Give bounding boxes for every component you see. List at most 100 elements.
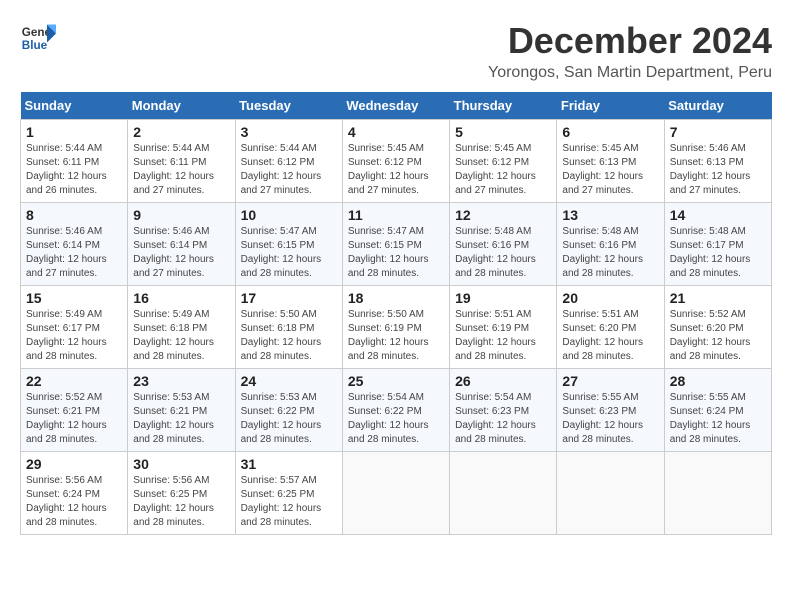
day-info: Sunrise: 5:50 AM Sunset: 6:19 PM Dayligh…	[348, 308, 444, 364]
calendar-cell: 12 Sunrise: 5:48 AM Sunset: 6:16 PM Dayli…	[450, 203, 557, 286]
calendar-cell: 15Sunrise: 5:49 AM Sunset: 6:17 PM Dayli…	[21, 286, 128, 369]
day-of-week-header: Thursday	[450, 92, 557, 120]
calendar-cell: 17 Sunrise: 5:50 AM Sunset: 6:18 PM Dayli…	[235, 286, 342, 369]
day-number: 10	[241, 207, 337, 223]
day-number: 22	[26, 373, 122, 389]
day-info: Sunrise: 5:51 AM Sunset: 6:20 PM Dayligh…	[562, 308, 658, 364]
calendar-cell	[664, 452, 771, 535]
calendar-cell: 25 Sunrise: 5:54 AM Sunset: 6:22 PM Dayli…	[342, 369, 449, 452]
calendar-week-row: 8 Sunrise: 5:46 AM Sunset: 6:14 PM Daylig…	[21, 203, 772, 286]
calendar-cell: 16 Sunrise: 5:49 AM Sunset: 6:18 PM Dayli…	[128, 286, 235, 369]
day-info: Sunrise: 5:56 AM Sunset: 6:25 PM Dayligh…	[133, 474, 229, 530]
calendar-cell: 2 Sunrise: 5:44 AM Sunset: 6:11 PM Daylig…	[128, 120, 235, 203]
day-number: 13	[562, 207, 658, 223]
calendar-header-row: SundayMondayTuesdayWednesdayThursdayFrid…	[21, 92, 772, 120]
svg-text:Blue: Blue	[22, 39, 48, 52]
calendar-cell: 22 Sunrise: 5:52 AM Sunset: 6:21 PM Dayli…	[21, 369, 128, 452]
calendar-cell: 1 Sunrise: 5:44 AM Sunset: 6:11 PM Daylig…	[21, 120, 128, 203]
day-info: Sunrise: 5:47 AM Sunset: 6:15 PM Dayligh…	[241, 225, 337, 281]
day-number: 2	[133, 124, 229, 140]
day-info: Sunrise: 5:44 AM Sunset: 6:12 PM Dayligh…	[241, 142, 337, 198]
day-number: 30	[133, 456, 229, 472]
calendar-cell: 7 Sunrise: 5:46 AM Sunset: 6:13 PM Daylig…	[664, 120, 771, 203]
day-number: 18	[348, 290, 444, 306]
day-number: 8	[26, 207, 122, 223]
calendar-cell: 24Sunrise: 5:53 AM Sunset: 6:22 PM Dayli…	[235, 369, 342, 452]
calendar-cell: 9 Sunrise: 5:46 AM Sunset: 6:14 PM Daylig…	[128, 203, 235, 286]
day-number: 21	[670, 290, 766, 306]
day-info: Sunrise: 5:52 AM Sunset: 6:20 PM Dayligh…	[670, 308, 766, 364]
calendar-cell: 3 Sunrise: 5:44 AM Sunset: 6:12 PM Daylig…	[235, 120, 342, 203]
day-of-week-header: Tuesday	[235, 92, 342, 120]
day-info: Sunrise: 5:56 AM Sunset: 6:24 PM Dayligh…	[26, 474, 122, 530]
day-number: 31	[241, 456, 337, 472]
day-of-week-header: Friday	[557, 92, 664, 120]
day-number: 6	[562, 124, 658, 140]
day-number: 17	[241, 290, 337, 306]
day-number: 7	[670, 124, 766, 140]
day-info: Sunrise: 5:57 AM Sunset: 6:25 PM Dayligh…	[241, 474, 337, 530]
day-of-week-header: Wednesday	[342, 92, 449, 120]
day-number: 25	[348, 373, 444, 389]
day-info: Sunrise: 5:46 AM Sunset: 6:13 PM Dayligh…	[670, 142, 766, 198]
day-info: Sunrise: 5:48 AM Sunset: 6:17 PM Dayligh…	[670, 225, 766, 281]
day-info: Sunrise: 5:55 AM Sunset: 6:23 PM Dayligh…	[562, 391, 658, 447]
day-info: Sunrise: 5:48 AM Sunset: 6:16 PM Dayligh…	[455, 225, 551, 281]
day-info: Sunrise: 5:44 AM Sunset: 6:11 PM Dayligh…	[26, 142, 122, 198]
day-of-week-header: Sunday	[21, 92, 128, 120]
calendar-cell: 27Sunrise: 5:55 AM Sunset: 6:23 PM Dayli…	[557, 369, 664, 452]
day-number: 19	[455, 290, 551, 306]
day-info: Sunrise: 5:54 AM Sunset: 6:23 PM Dayligh…	[455, 391, 551, 447]
day-info: Sunrise: 5:46 AM Sunset: 6:14 PM Dayligh…	[133, 225, 229, 281]
calendar-cell: 14 Sunrise: 5:48 AM Sunset: 6:17 PM Dayli…	[664, 203, 771, 286]
calendar-cell: 28Sunrise: 5:55 AM Sunset: 6:24 PM Dayli…	[664, 369, 771, 452]
day-number: 23	[133, 373, 229, 389]
calendar-cell: 18 Sunrise: 5:50 AM Sunset: 6:19 PM Dayli…	[342, 286, 449, 369]
day-number: 15	[26, 290, 122, 306]
calendar-cell: 20 Sunrise: 5:51 AM Sunset: 6:20 PM Dayli…	[557, 286, 664, 369]
day-number: 3	[241, 124, 337, 140]
calendar-week-row: 22 Sunrise: 5:52 AM Sunset: 6:21 PM Dayli…	[21, 369, 772, 452]
day-info: Sunrise: 5:47 AM Sunset: 6:15 PM Dayligh…	[348, 225, 444, 281]
day-info: Sunrise: 5:45 AM Sunset: 6:12 PM Dayligh…	[348, 142, 444, 198]
logo-icon: General Blue	[20, 20, 56, 56]
calendar-cell	[450, 452, 557, 535]
calendar-cell: 4 Sunrise: 5:45 AM Sunset: 6:12 PM Daylig…	[342, 120, 449, 203]
calendar-cell: 10 Sunrise: 5:47 AM Sunset: 6:15 PM Dayli…	[235, 203, 342, 286]
day-number: 20	[562, 290, 658, 306]
day-number: 5	[455, 124, 551, 140]
day-info: Sunrise: 5:51 AM Sunset: 6:19 PM Dayligh…	[455, 308, 551, 364]
day-number: 24	[241, 373, 337, 389]
logo: General Blue	[20, 20, 56, 56]
day-info: Sunrise: 5:53 AM Sunset: 6:21 PM Dayligh…	[133, 391, 229, 447]
day-info: Sunrise: 5:50 AM Sunset: 6:18 PM Dayligh…	[241, 308, 337, 364]
day-number: 29	[26, 456, 122, 472]
day-number: 12	[455, 207, 551, 223]
day-info: Sunrise: 5:49 AM Sunset: 6:18 PM Dayligh…	[133, 308, 229, 364]
calendar-week-row: 1 Sunrise: 5:44 AM Sunset: 6:11 PM Daylig…	[21, 120, 772, 203]
day-info: Sunrise: 5:48 AM Sunset: 6:16 PM Dayligh…	[562, 225, 658, 281]
day-of-week-header: Saturday	[664, 92, 771, 120]
calendar-cell	[557, 452, 664, 535]
day-number: 1	[26, 124, 122, 140]
day-number: 4	[348, 124, 444, 140]
calendar-cell: 23 Sunrise: 5:53 AM Sunset: 6:21 PM Dayli…	[128, 369, 235, 452]
day-of-week-header: Monday	[128, 92, 235, 120]
calendar-cell: 26Sunrise: 5:54 AM Sunset: 6:23 PM Dayli…	[450, 369, 557, 452]
calendar-cell: 13 Sunrise: 5:48 AM Sunset: 6:16 PM Dayli…	[557, 203, 664, 286]
day-number: 11	[348, 207, 444, 223]
day-info: Sunrise: 5:55 AM Sunset: 6:24 PM Dayligh…	[670, 391, 766, 447]
calendar-cell: 11 Sunrise: 5:47 AM Sunset: 6:15 PM Dayli…	[342, 203, 449, 286]
day-number: 9	[133, 207, 229, 223]
page-header: General Blue December 2024 Yorongos, San…	[20, 20, 772, 82]
day-info: Sunrise: 5:46 AM Sunset: 6:14 PM Dayligh…	[26, 225, 122, 281]
day-number: 16	[133, 290, 229, 306]
calendar-week-row: 29 Sunrise: 5:56 AM Sunset: 6:24 PM Dayli…	[21, 452, 772, 535]
title-block: December 2024 Yorongos, San Martin Depar…	[488, 20, 772, 82]
day-info: Sunrise: 5:54 AM Sunset: 6:22 PM Dayligh…	[348, 391, 444, 447]
calendar-cell: 29 Sunrise: 5:56 AM Sunset: 6:24 PM Dayli…	[21, 452, 128, 535]
day-number: 14	[670, 207, 766, 223]
calendar-cell: 5Sunrise: 5:45 AM Sunset: 6:12 PM Daylig…	[450, 120, 557, 203]
day-info: Sunrise: 5:44 AM Sunset: 6:11 PM Dayligh…	[133, 142, 229, 198]
day-info: Sunrise: 5:52 AM Sunset: 6:21 PM Dayligh…	[26, 391, 122, 447]
